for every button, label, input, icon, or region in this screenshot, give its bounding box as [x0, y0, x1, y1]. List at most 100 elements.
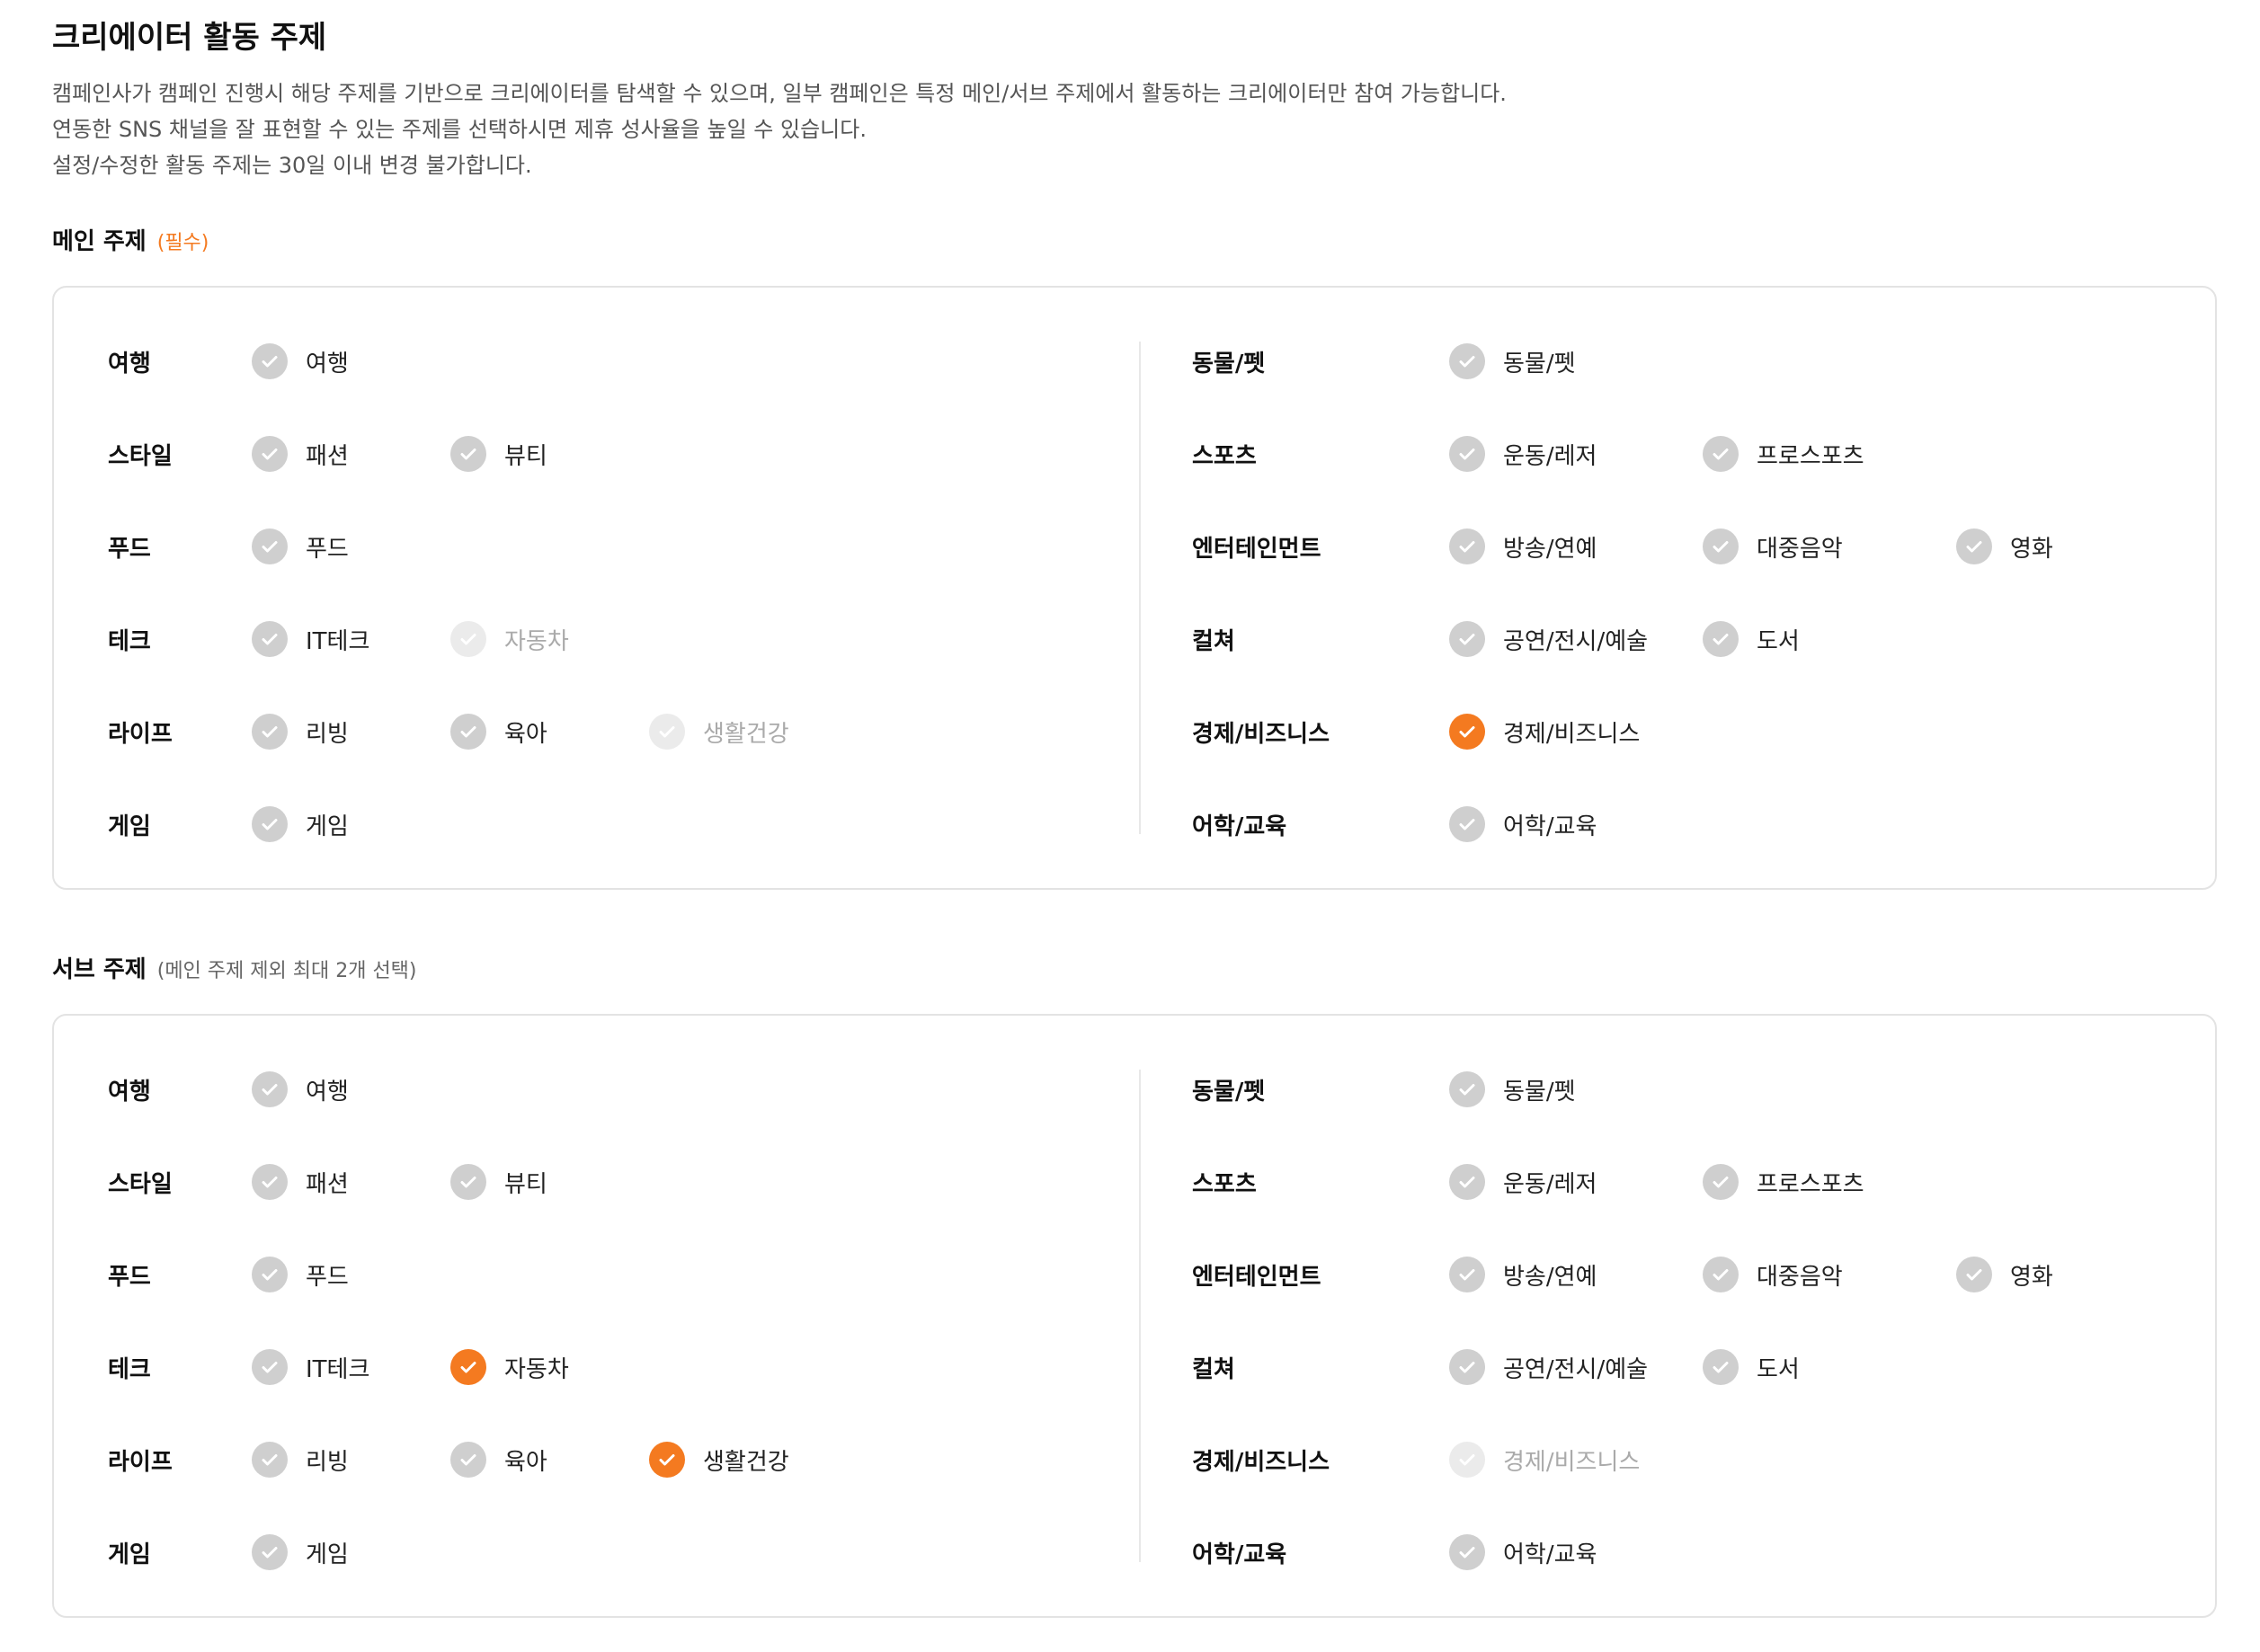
topic-option[interactable]: 대중음악	[1703, 528, 1843, 564]
topic-option[interactable]: 자동차	[450, 1349, 569, 1385]
topic-option[interactable]: 푸드	[252, 528, 349, 564]
topic-option[interactable]: 방송/연예	[1449, 528, 1597, 564]
topic-option[interactable]: 여행	[252, 343, 349, 379]
topic-category-label: 라이프	[108, 720, 173, 748]
topic-option[interactable]: 영화	[1956, 1257, 2053, 1292]
check-icon	[252, 1349, 288, 1385]
topic-option[interactable]: 공연/전시/예술	[1449, 1349, 1648, 1385]
topic-category-label: 여행	[108, 350, 151, 377]
topic-option-label: 여행	[306, 1078, 349, 1106]
topic-option[interactable]: 공연/전시/예술	[1449, 621, 1648, 657]
topic-category-label: 여행	[108, 1078, 151, 1106]
topic-option-label: 뷰티	[504, 1170, 547, 1198]
topic-option-label: 육아	[504, 720, 547, 748]
topic-option[interactable]: 패션	[252, 1164, 349, 1200]
topic-category-label: 동물/펫	[1192, 1078, 1266, 1106]
topic-option[interactable]: 도서	[1703, 621, 1800, 657]
topic-category-label: 게임	[108, 1541, 151, 1568]
check-icon	[1956, 1257, 1992, 1292]
topic-option[interactable]: 생활건강	[649, 1442, 789, 1478]
topic-category-label: 푸드	[108, 1263, 151, 1291]
topic-option-label: 육아	[504, 1448, 547, 1476]
topic-option[interactable]: 도서	[1703, 1349, 1800, 1385]
topic-option-label: 어학/교육	[1503, 1541, 1597, 1568]
topic-option[interactable]: 어학/교육	[1449, 1534, 1597, 1570]
topic-option-label: 운동/레저	[1503, 1170, 1597, 1198]
topic-option[interactable]: 뷰티	[450, 1164, 547, 1200]
topic-row: 컬쳐 공연/전시/예술 도서	[1192, 1346, 2181, 1389]
topic-category-label: 스포츠	[1192, 1170, 1257, 1198]
topic-option[interactable]: 여행	[252, 1071, 349, 1107]
topic-option[interactable]: 어학/교육	[1449, 806, 1597, 842]
topic-option[interactable]: IT테크	[252, 621, 369, 657]
check-icon	[252, 621, 288, 657]
topic-option[interactable]: 리빙	[252, 1442, 349, 1478]
topic-option[interactable]: 프로스포츠	[1703, 1164, 1864, 1200]
check-icon	[1703, 436, 1739, 472]
topic-option[interactable]: 동물/펫	[1449, 343, 1576, 379]
topic-row: 게임 게임	[108, 1531, 1097, 1574]
topic-option-label: 운동/레저	[1503, 442, 1597, 470]
topic-category-label: 경제/비즈니스	[1192, 720, 1330, 748]
topic-option-label: 푸드	[306, 535, 349, 563]
topic-row: 엔터테인먼트 방송/연예 대중음악 영화	[1192, 1253, 2181, 1296]
topic-option-label: 어학/교육	[1503, 813, 1597, 840]
topic-option[interactable]: 게임	[252, 1534, 349, 1570]
check-icon	[252, 1164, 288, 1200]
check-icon	[1449, 343, 1485, 379]
topic-category-label: 경제/비즈니스	[1192, 1448, 1330, 1476]
main-topic-title: 메인 주제	[52, 228, 147, 255]
topic-option[interactable]: 리빙	[252, 714, 349, 750]
topic-option[interactable]: 대중음악	[1703, 1257, 1843, 1292]
topic-row: 스타일 패션 뷰티	[108, 1160, 1097, 1203]
topic-option[interactable]: 프로스포츠	[1703, 436, 1864, 472]
check-icon	[450, 436, 486, 472]
topic-option-label: 영화	[2010, 535, 2053, 563]
topic-option[interactable]: IT테크	[252, 1349, 369, 1385]
topic-row: 스포츠 운동/레저 프로스포츠	[1192, 432, 2181, 475]
topic-option[interactable]: 게임	[252, 806, 349, 842]
main-topic-label: 메인 주제 (필수)	[52, 223, 209, 256]
check-icon	[252, 528, 288, 564]
check-icon	[450, 621, 486, 657]
topic-category-label: 스타일	[108, 1170, 173, 1198]
check-icon	[1703, 1257, 1739, 1292]
sub-topic-hint: (메인 주제 제외 최대 2개 선택)	[156, 960, 417, 982]
topic-option-label: 경제/비즈니스	[1503, 1448, 1641, 1476]
topic-option-label: 자동차	[504, 627, 569, 655]
topic-option[interactable]: 경제/비즈니스	[1449, 714, 1640, 750]
topic-option[interactable]: 푸드	[252, 1257, 349, 1292]
topic-option[interactable]: 패션	[252, 436, 349, 472]
sub-topic-title: 서브 주제	[52, 956, 147, 983]
topic-option-label: 패션	[306, 1170, 349, 1198]
topic-option[interactable]: 육아	[450, 1442, 547, 1478]
topic-option-label: 리빙	[306, 1448, 349, 1476]
topic-category-label: 스타일	[108, 442, 173, 470]
topic-option-label: 프로스포츠	[1757, 1170, 1864, 1198]
check-icon	[1449, 1071, 1485, 1107]
check-icon	[1703, 1349, 1739, 1385]
topic-option-label: 리빙	[306, 720, 349, 748]
topic-option[interactable]: 육아	[450, 714, 547, 750]
topic-option-label: 프로스포츠	[1757, 442, 1864, 470]
topic-category-label: 동물/펫	[1192, 350, 1266, 377]
topic-option[interactable]: 운동/레저	[1449, 1164, 1597, 1200]
topic-option[interactable]: 뷰티	[450, 436, 547, 472]
topic-option[interactable]: 운동/레저	[1449, 436, 1597, 472]
check-icon	[450, 1164, 486, 1200]
check-icon	[1703, 528, 1739, 564]
topic-option-label: 공연/전시/예술	[1503, 627, 1649, 655]
topic-option[interactable]: 동물/펫	[1449, 1071, 1576, 1107]
topic-option[interactable]: 영화	[1956, 528, 2053, 564]
check-icon	[1449, 436, 1485, 472]
topic-option[interactable]: 방송/연예	[1449, 1257, 1597, 1292]
topic-row: 게임 게임	[108, 803, 1097, 846]
topic-category-label: 라이프	[108, 1448, 173, 1476]
topic-option-label: 영화	[2010, 1263, 2053, 1291]
check-icon	[252, 343, 288, 379]
topic-category-label: 어학/교육	[1192, 813, 1287, 840]
description-line: 설정/수정한 활동 주제는 30일 이내 변경 불가합니다.	[52, 153, 532, 178]
topic-option-label: 자동차	[504, 1355, 569, 1383]
topic-option-label: 방송/연예	[1503, 1263, 1597, 1291]
topic-option-label: 동물/펫	[1503, 350, 1576, 377]
